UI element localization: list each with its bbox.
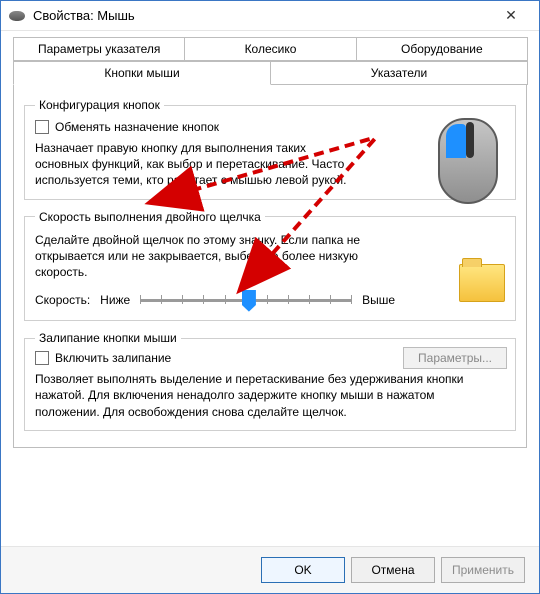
swap-buttons-description: Назначает правую кнопку для выполнения т… bbox=[35, 140, 355, 189]
doubleclick-speed-slider[interactable] bbox=[140, 290, 352, 310]
speed-label: Скорость: bbox=[35, 293, 90, 307]
doubleclick-description: Сделайте двойной щелчок по этому значку.… bbox=[35, 232, 375, 281]
swap-buttons-checkbox[interactable] bbox=[35, 120, 49, 134]
mouse-app-icon bbox=[9, 11, 25, 21]
tab-pointers[interactable]: Указатели bbox=[270, 61, 528, 85]
titlebar: Свойства: Мышь ✕ bbox=[1, 1, 539, 31]
dialog-footer: OK Отмена Применить bbox=[1, 546, 539, 593]
close-button[interactable]: ✕ bbox=[491, 2, 531, 30]
group-clicklock-legend: Залипание кнопки мыши bbox=[35, 331, 181, 345]
clicklock-params-button: Параметры... bbox=[403, 347, 507, 369]
clicklock-description: Позволяет выполнять выделение и перетаск… bbox=[35, 371, 495, 420]
slider-thumb[interactable] bbox=[242, 290, 256, 312]
apply-button: Применить bbox=[441, 557, 525, 583]
cancel-button[interactable]: Отмена bbox=[351, 557, 435, 583]
group-clicklock: Залипание кнопки мыши Параметры... Включ… bbox=[24, 331, 516, 431]
mouse-preview-icon bbox=[435, 118, 501, 208]
speed-lower-label: Ниже bbox=[100, 293, 130, 307]
group-doubleclick: Скорость выполнения двойного щелчка Сдел… bbox=[24, 210, 516, 322]
mouse-properties-window: Свойства: Мышь ✕ Параметры указателя Кол… bbox=[0, 0, 540, 594]
group-button-config: Конфигурация кнопок Обменять назначение … bbox=[24, 98, 516, 200]
tab-buttons[interactable]: Кнопки мыши bbox=[13, 61, 271, 85]
group-doubleclick-legend: Скорость выполнения двойного щелчка bbox=[35, 210, 265, 224]
speed-higher-label: Выше bbox=[362, 293, 395, 307]
content-area: Параметры указателя Колесико Оборудовани… bbox=[1, 31, 539, 546]
clicklock-enable-checkbox[interactable] bbox=[35, 351, 49, 365]
tab-wheel[interactable]: Колесико bbox=[184, 37, 356, 61]
clicklock-enable-label: Включить залипание bbox=[55, 351, 171, 365]
doubleclick-folder-icon[interactable] bbox=[459, 264, 505, 302]
speed-row: Скорость: Ниже Выше bbox=[35, 290, 395, 310]
tab-strip: Параметры указателя Колесико Оборудовани… bbox=[13, 37, 527, 85]
group-button-config-legend: Конфигурация кнопок bbox=[35, 98, 164, 112]
swap-buttons-label: Обменять назначение кнопок bbox=[55, 120, 219, 134]
tab-pointer-options[interactable]: Параметры указателя bbox=[13, 37, 185, 61]
window-title: Свойства: Мышь bbox=[33, 8, 491, 23]
ok-button[interactable]: OK bbox=[261, 557, 345, 583]
tab-panel: Конфигурация кнопок Обменять назначение … bbox=[13, 84, 527, 448]
tab-hardware[interactable]: Оборудование bbox=[356, 37, 528, 61]
